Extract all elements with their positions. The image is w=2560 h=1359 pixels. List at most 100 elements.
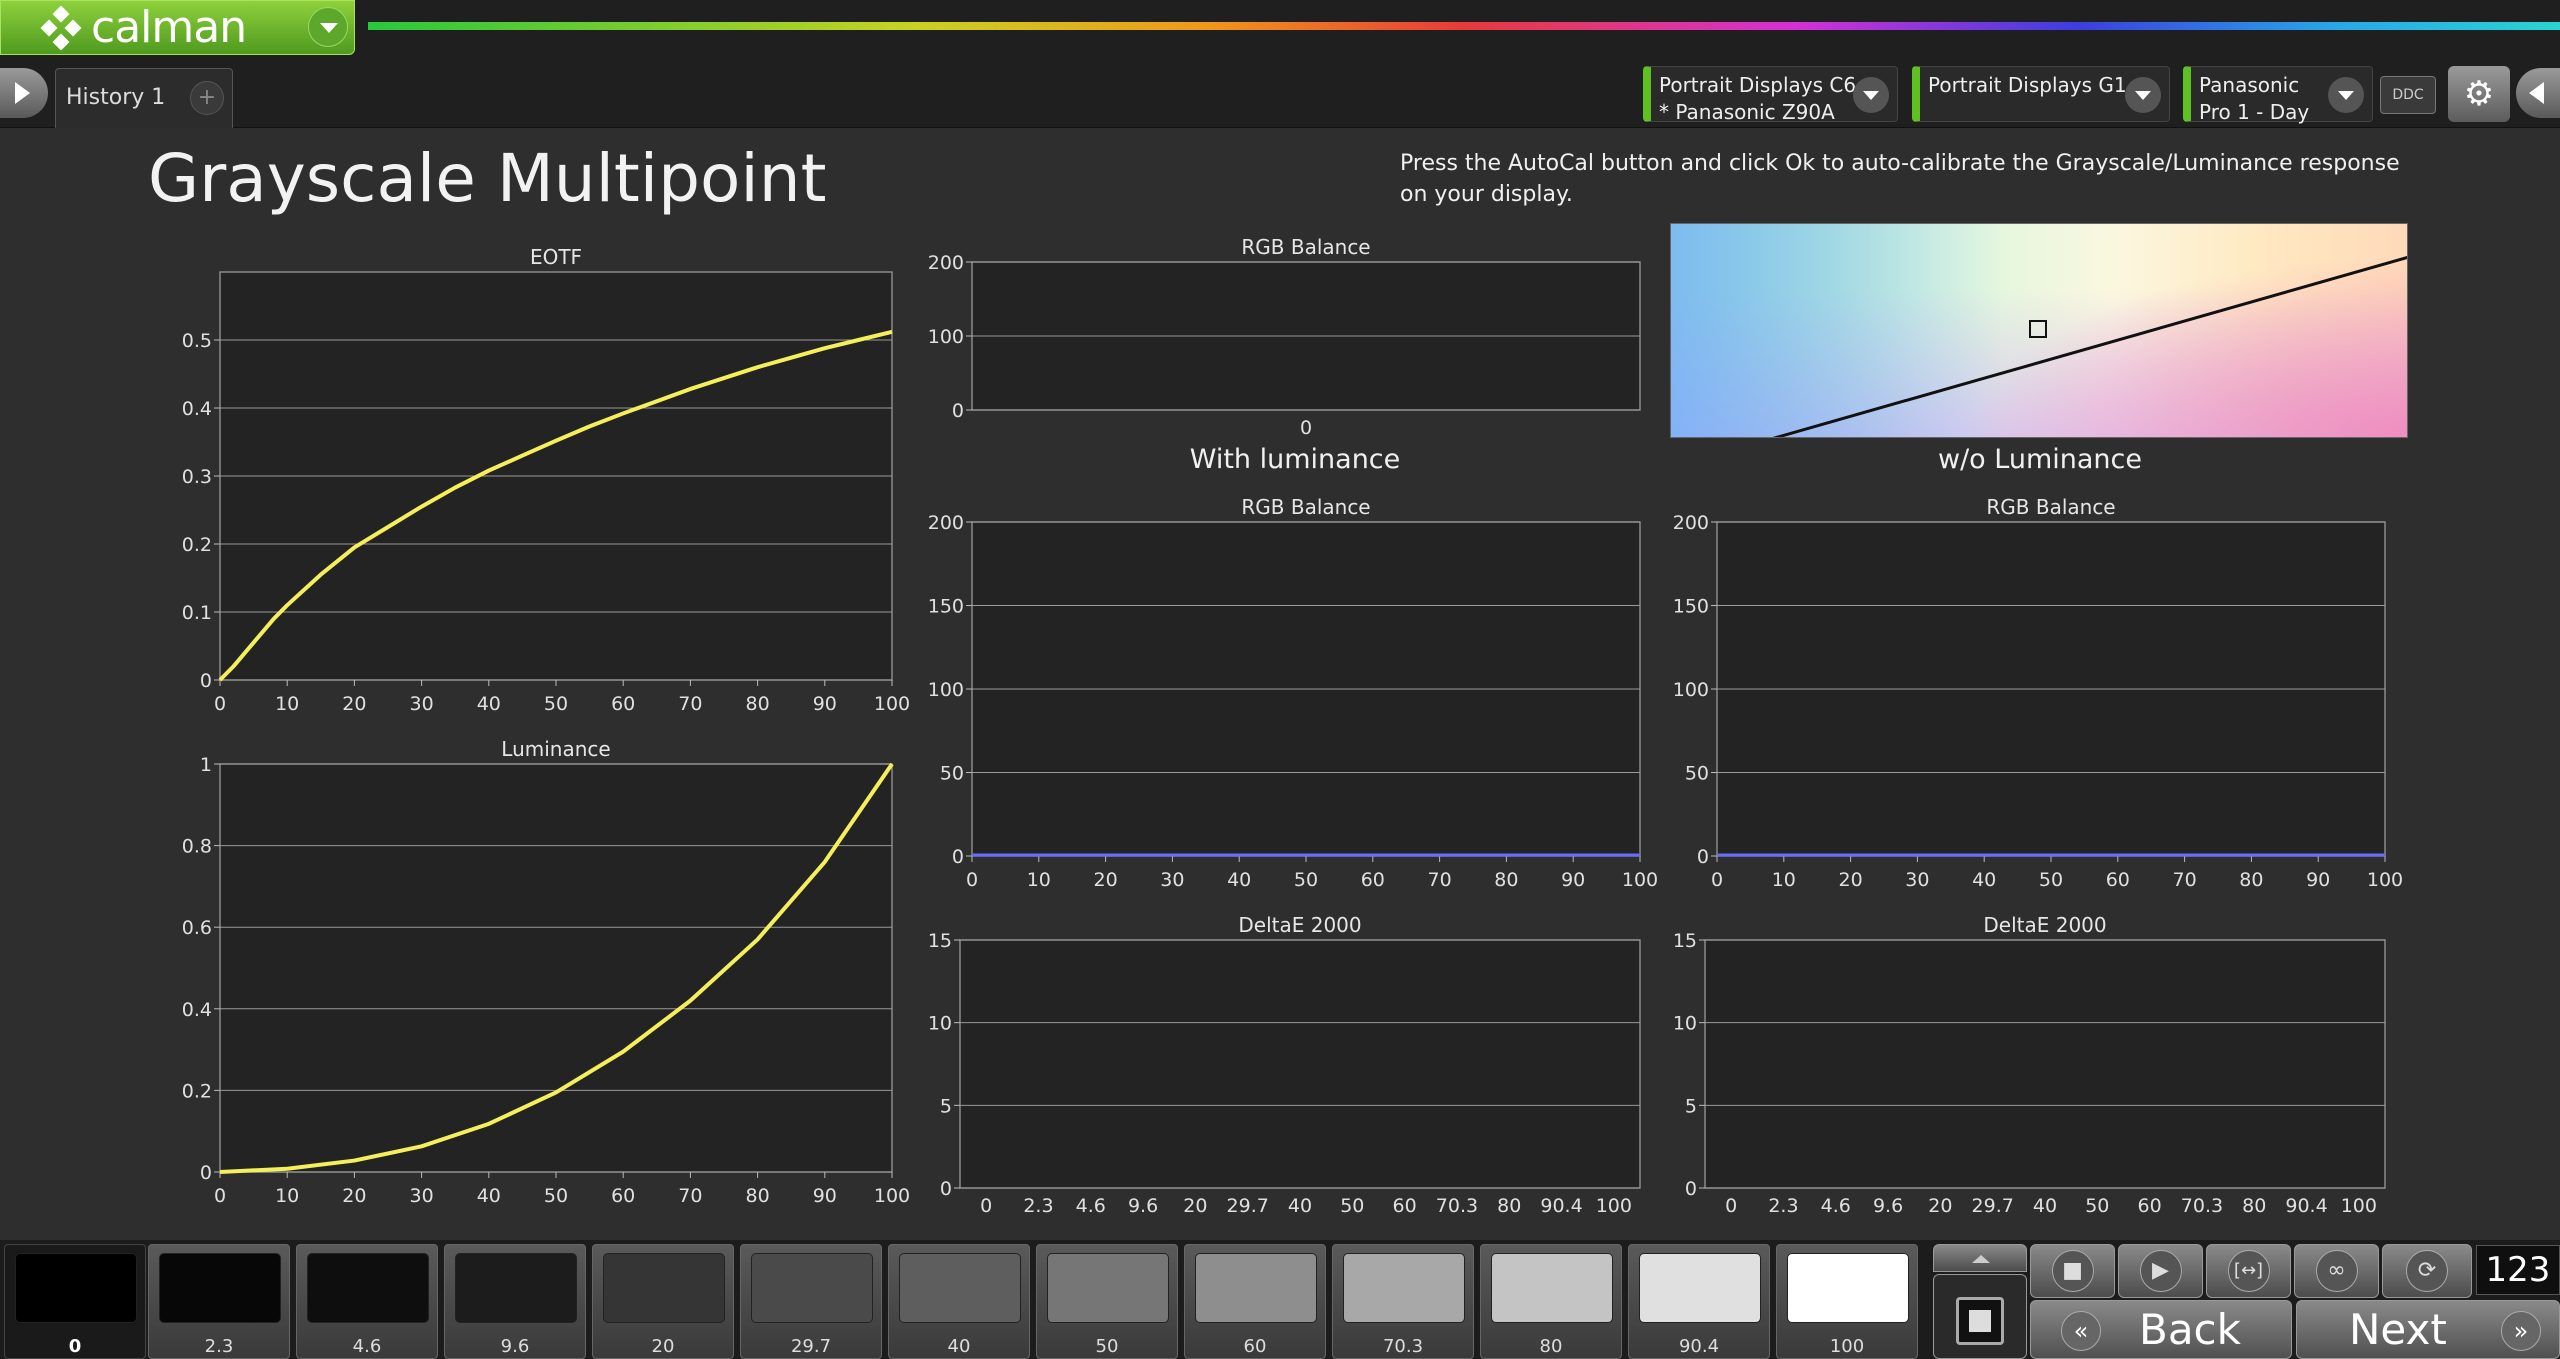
next-button[interactable]: Next »	[2296, 1300, 2560, 1359]
y-tick-label: 150	[1673, 596, 1709, 618]
x-tick-label: 100	[2341, 1195, 2377, 1217]
deltae-without-chart: DeltaE 2000 0 5 10 15 0 2.3 4.6 9.6 20 29.7 40 50 60 7…	[1645, 910, 2405, 1220]
calman-menu-button[interactable]: calman	[0, 0, 355, 55]
counter-display: 123	[2476, 1245, 2560, 1295]
patch-swatch-29.7[interactable]: 29.7	[740, 1244, 882, 1359]
chart-svg: DeltaE 2000 0 5 10 15 0 2.3 4.6 9.6 20 29.7 40 50 60 7…	[928, 913, 1641, 1217]
y-tick-label: 0	[940, 1178, 952, 1200]
x-tick-label: 60	[611, 1185, 635, 1207]
patch-swatch-40[interactable]: 40	[888, 1244, 1030, 1359]
stop-measure-large-button[interactable]	[1933, 1274, 2027, 1359]
y-tick-label: 100	[1673, 679, 1709, 701]
x-tick-label: 40	[1972, 869, 1996, 891]
y-tick-label: 0	[1697, 846, 1709, 868]
x-tick-label: 50	[2085, 1195, 2109, 1217]
patch-swatch-80[interactable]: 80	[1480, 1244, 1622, 1359]
x-tick-label: 70.3	[1436, 1195, 1478, 1217]
rgb-balance-without-chart: RGB Balance 0 50 100 150 200 0 10 20 30 40 50 60 70 80…	[1645, 492, 2405, 902]
y-tick-label: 0	[1685, 1178, 1697, 1200]
patch-swatch-50[interactable]: 50	[1036, 1244, 1178, 1359]
expand-right-icon[interactable]	[2516, 68, 2560, 118]
device-generator-selector[interactable]: Portrait Displays G1	[1912, 66, 2170, 122]
tab-history-1[interactable]: History 1 +	[55, 68, 233, 128]
chart-svg: DeltaE 2000 0 5 10 15 0 2.3 4.6 9.6 20 29.7 40 50 60 7…	[1673, 913, 2386, 1217]
tab-row: History 1 + Portrait Displays C6 * Panas…	[0, 58, 2560, 128]
patch-swatch-2.3[interactable]: 2.3	[148, 1244, 290, 1359]
add-tab-button[interactable]: +	[190, 81, 224, 115]
device-meter-selector[interactable]: Portrait Displays C6 * Panasonic Z90A	[1643, 66, 1898, 124]
x-tick-label: 0	[214, 693, 226, 715]
back-button[interactable]: « Back	[2030, 1300, 2292, 1359]
x-tick-label: 80	[2242, 1195, 2266, 1217]
next-label: Next	[2349, 1305, 2447, 1354]
patch-swatch-100[interactable]: 100	[1776, 1244, 1918, 1359]
x-tick-label: 4.6	[1821, 1195, 1851, 1217]
patch-label: 60	[1243, 1336, 1267, 1357]
y-tick-label: 100	[928, 679, 964, 701]
patch-swatch-60[interactable]: 60	[1184, 1244, 1326, 1359]
chart-title: RGB Balance	[1241, 235, 1370, 259]
x-tick-label: 70	[2173, 869, 2197, 891]
patch-swatch-0[interactable]: 0	[4, 1244, 146, 1359]
patch-label: 50	[1095, 1336, 1119, 1357]
chart-svg: EOTF00.10.20.30.40.50 10 20 30 40 50 60 70 80 90 1…	[182, 245, 910, 715]
x-tick-label: 80	[1494, 869, 1518, 891]
y-tick-label: 0.1	[182, 602, 212, 624]
settings-button[interactable]: ⚙	[2448, 66, 2510, 122]
patch-label: 20	[651, 1336, 675, 1357]
refresh-button[interactable]: ⟳	[2382, 1244, 2472, 1298]
patch-swatch-20[interactable]: 20	[592, 1244, 734, 1359]
y-tick-label: 0.4	[182, 398, 212, 420]
patch-swatch-70.3[interactable]: 70.3	[1332, 1244, 1474, 1359]
chart-svg: RGB Balance 0 100 200 0	[928, 235, 1641, 439]
chart-title: Luminance	[501, 737, 610, 761]
play-button[interactable]: ▶	[2118, 1244, 2203, 1298]
patch-swatch-90.4[interactable]: 90.4	[1628, 1244, 1770, 1359]
read-series-button[interactable]: [↔]	[2206, 1244, 2291, 1298]
x-tick-label: 60	[611, 693, 635, 715]
chevron-down-icon[interactable]	[2328, 77, 2364, 113]
y-tick-label: 150	[928, 596, 964, 618]
patch-label: 4.6	[352, 1336, 382, 1357]
y-tick-label: 1	[200, 754, 212, 776]
x-tick-label: 80	[2239, 869, 2263, 891]
x-tick-label: 80	[746, 1185, 770, 1207]
double-chevron-left-icon: «	[2061, 1311, 2101, 1351]
deltae-with-chart: DeltaE 2000 0 5 10 15 0 2.3 4.6 9.6 20 29.7 40 50 60 7…	[900, 910, 1660, 1220]
y-tick-label: 0	[200, 1162, 212, 1184]
patch-color	[1195, 1253, 1317, 1323]
expand-left-icon[interactable]	[0, 68, 48, 118]
x-tick-label: 40	[477, 693, 501, 715]
x-tick-label: 2.3	[1768, 1195, 1798, 1217]
double-chevron-right-icon: »	[2501, 1311, 2541, 1351]
infinity-icon: ∞	[2315, 1250, 2358, 1292]
chart-title: DeltaE 2000	[1983, 913, 2106, 937]
chart-title: RGB Balance	[1986, 495, 2115, 519]
chart-title: DeltaE 2000	[1238, 913, 1361, 937]
scroll-up-button[interactable]	[1933, 1244, 2027, 1272]
y-tick-label: 10	[928, 1013, 952, 1035]
x-tick-label: 80	[746, 693, 770, 715]
x-tick-label: 20	[342, 1185, 366, 1207]
chevron-down-icon[interactable]	[1853, 77, 1889, 113]
stop-button[interactable]: ■	[2030, 1244, 2115, 1298]
device-line-1: Portrait Displays C6	[1659, 73, 1857, 97]
x-tick-label: 0	[1711, 869, 1723, 891]
chevron-down-icon[interactable]	[2125, 77, 2161, 113]
eotf-chart: EOTF 0 0.1 0.2 0.3 0.4 0.5 0 10 20 30 40 50 60 70 80 90 1…	[130, 240, 910, 720]
device-display-selector[interactable]: Panasonic Pro 1 - Day	[2183, 66, 2373, 124]
continuous-button[interactable]: ∞	[2294, 1244, 2379, 1298]
patch-swatch-9.6[interactable]: 9.6	[444, 1244, 586, 1359]
chart-svg: RGB Balance 0 50 100 150 200 0 10 20 30 40 50 60 70 80…	[928, 495, 1658, 891]
chevron-down-icon[interactable]	[308, 7, 348, 47]
patch-swatch-4.6[interactable]: 4.6	[296, 1244, 438, 1359]
x-tick-label: 0	[1725, 1195, 1737, 1217]
x-tick-label: 2.3	[1023, 1195, 1053, 1217]
ddc-button[interactable]: DDC	[2380, 76, 2436, 114]
device-line-1: Panasonic	[2199, 73, 2300, 97]
stop-icon	[1956, 1297, 2004, 1345]
y-tick-label: 0.6	[182, 917, 212, 939]
y-tick-label: 100	[928, 326, 964, 348]
x-tick-label: 90	[813, 1185, 837, 1207]
chart-title: EOTF	[530, 245, 582, 269]
